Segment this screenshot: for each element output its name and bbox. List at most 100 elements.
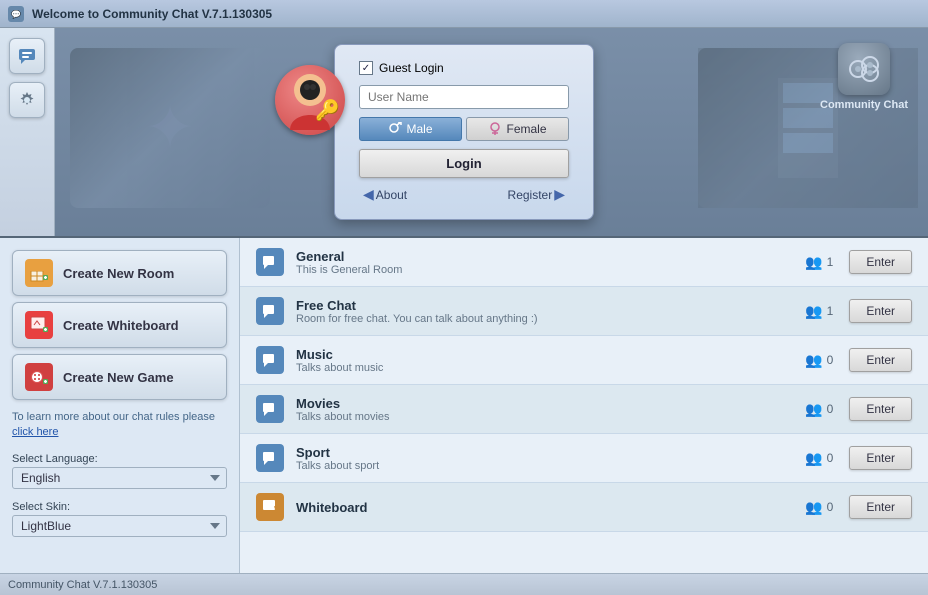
room-desc: This is General Room (296, 264, 805, 276)
community-logo-icon (838, 43, 890, 95)
chat-sidebar-btn[interactable] (9, 38, 45, 74)
about-arrow-icon: ◀ (363, 186, 374, 203)
room-list-item: Whiteboard 👥 0 Enter (240, 483, 928, 532)
title-bar: 💬 Welcome to Community Chat V.7.1.130305 (0, 0, 928, 28)
room-info: Movies Talks about movies (296, 396, 805, 423)
room-list-item: Movies Talks about movies 👥 0 Enter (240, 385, 928, 434)
enter-room-button[interactable]: Enter (849, 299, 912, 323)
login-button[interactable]: Login (359, 149, 569, 178)
user-count: 0 (827, 353, 834, 367)
gender-row: Male Female (359, 117, 569, 141)
user-count: 1 (827, 304, 834, 318)
users-icon: 👥 (805, 254, 822, 271)
register-link[interactable]: Register ▶ (508, 186, 565, 203)
male-btn[interactable]: Male (359, 117, 462, 141)
room-desc: Talks about music (296, 362, 805, 374)
watermark: ✦ (145, 93, 195, 163)
room-list-item: Music Talks about music 👥 0 Enter (240, 336, 928, 385)
language-label: Select Language: (12, 453, 227, 465)
skin-select[interactable]: LightBlue Default Dark (12, 515, 227, 537)
left-panel: Create New Room Create Whiteboard (0, 238, 240, 573)
room-name: Whiteboard (296, 500, 805, 515)
room-users: 👥 0 (805, 499, 833, 516)
user-avatar: 🔑 (275, 65, 345, 135)
enter-room-button[interactable]: Enter (849, 495, 912, 519)
language-select[interactable]: English Spanish French (12, 467, 227, 489)
avatar-image: 🔑 (275, 65, 345, 135)
guest-login-row: ✓ Guest Login (359, 61, 569, 75)
room-desc: Room for free chat. You can talk about a… (296, 313, 805, 325)
create-whiteboard-label: Create Whiteboard (63, 318, 179, 333)
room-users: 👥 0 (805, 352, 833, 369)
room-icon (256, 493, 284, 521)
left-sidebar (0, 28, 55, 236)
create-room-button[interactable]: Create New Room (12, 250, 227, 296)
create-room-label: Create New Room (63, 266, 174, 281)
about-link[interactable]: ◀ About (363, 186, 407, 203)
room-name: Sport (296, 445, 805, 460)
status-text: Community Chat V.7.1.130305 (8, 579, 157, 591)
room-list-item: General This is General Room 👥 1 Enter (240, 238, 928, 287)
community-logo-area: Community Chat (820, 43, 908, 112)
room-info: Sport Talks about sport (296, 445, 805, 472)
app-icon: 💬 (8, 6, 24, 22)
room-name: General (296, 249, 805, 264)
female-label: Female (506, 122, 546, 136)
users-icon: 👥 (805, 401, 822, 418)
guest-login-label: Guest Login (379, 61, 444, 75)
skin-section: Select Skin: LightBlue Default Dark (12, 501, 227, 537)
room-icon (256, 297, 284, 325)
male-label: Male (406, 122, 432, 136)
create-whiteboard-icon (25, 311, 53, 339)
click-here-link[interactable]: click here (12, 426, 58, 438)
skin-label: Select Skin: (12, 501, 227, 513)
users-icon: 👥 (805, 450, 822, 467)
create-game-button[interactable]: Create New Game (12, 354, 227, 400)
room-info: General This is General Room (296, 249, 805, 276)
room-name: Music (296, 347, 805, 362)
bg-thumbnail-left: ✦ (70, 48, 270, 208)
enter-room-button[interactable]: Enter (849, 397, 912, 421)
room-icon (256, 444, 284, 472)
create-room-icon (25, 259, 53, 287)
chat-rules-text: To learn more about our chat rules pleas… (12, 410, 227, 441)
room-desc: Talks about movies (296, 411, 805, 423)
room-name: Movies (296, 396, 805, 411)
login-box: 🔑 ✓ Guest Login Male Female (334, 44, 594, 220)
female-btn[interactable]: Female (466, 117, 569, 141)
create-whiteboard-button[interactable]: Create Whiteboard (12, 302, 227, 348)
window-title: Welcome to Community Chat V.7.1.130305 (32, 7, 272, 21)
room-name: Free Chat (296, 298, 805, 313)
room-info: Free Chat Room for free chat. You can ta… (296, 298, 805, 325)
user-count: 0 (827, 451, 834, 465)
svg-text:🔑: 🔑 (315, 98, 340, 122)
create-game-label: Create New Game (63, 370, 174, 385)
room-list-panel: General This is General Room 👥 1 Enter F… (240, 238, 928, 573)
room-list-item: Sport Talks about sport 👥 0 Enter (240, 434, 928, 483)
user-count: 1 (827, 255, 834, 269)
users-icon: 👥 (805, 499, 822, 516)
enter-room-button[interactable]: Enter (849, 250, 912, 274)
language-section: Select Language: English Spanish French (12, 453, 227, 489)
room-list-item: Free Chat Room for free chat. You can ta… (240, 287, 928, 336)
room-users: 👥 1 (805, 303, 833, 320)
users-icon: 👥 (805, 352, 822, 369)
user-count: 0 (827, 500, 834, 514)
bottom-area: Create New Room Create Whiteboard (0, 238, 928, 573)
svg-text:💬: 💬 (11, 9, 21, 19)
main-window: ✦ 🔑 ✓ (0, 28, 928, 595)
room-users: 👥 1 (805, 254, 833, 271)
enter-room-button[interactable]: Enter (849, 348, 912, 372)
room-users: 👥 0 (805, 401, 833, 418)
room-icon (256, 395, 284, 423)
about-register-row: ◀ About Register ▶ (359, 186, 569, 203)
settings-sidebar-btn[interactable] (9, 82, 45, 118)
room-desc: Talks about sport (296, 460, 805, 472)
username-input[interactable] (359, 85, 569, 109)
room-info: Music Talks about music (296, 347, 805, 374)
enter-room-button[interactable]: Enter (849, 446, 912, 470)
guest-login-checkbox[interactable]: ✓ (359, 61, 373, 75)
room-icon (256, 248, 284, 276)
create-game-icon (25, 363, 53, 391)
top-panel: ✦ 🔑 ✓ (0, 28, 928, 238)
